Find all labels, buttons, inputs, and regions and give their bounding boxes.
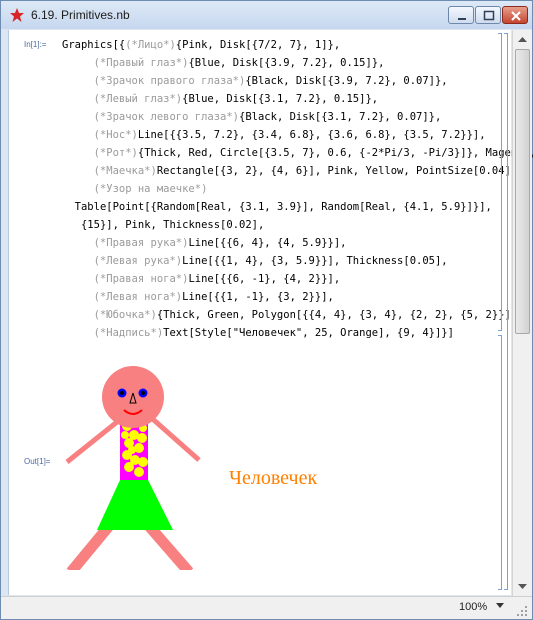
input-label: In[1]:=	[24, 40, 47, 49]
right-leg	[66, 522, 114, 570]
code-text: {Black, Disk[{3.1, 7.2}, 0.07]},	[239, 111, 442, 123]
code-comment: (*Юбочка*)	[93, 309, 157, 321]
output-cell-bracket[interactable]	[498, 335, 502, 590]
code-text: {Thick, Red, Circle[{3.5, 7}, 0.6, {-2*P…	[137, 147, 533, 159]
title-bar[interactable]: 6.19. Primitives.nb	[1, 1, 532, 29]
maximize-icon	[483, 10, 495, 21]
code-comment: (*Левый глаз*)	[93, 93, 183, 105]
scroll-down-icon[interactable]	[513, 578, 532, 595]
code-comment: (*Узор на маечке*)	[93, 183, 208, 195]
status-bar: 100%	[1, 596, 532, 619]
input-cell-bracket[interactable]	[498, 33, 502, 331]
code-comment: (*Нос*)	[93, 129, 138, 141]
skirt	[97, 480, 173, 530]
notebook-content[interactable]: In[1]:= Graphics[{(*Лицо*){Pink, Disk[{7…	[8, 30, 533, 595]
code-comment: (*Маечка*)	[93, 165, 157, 177]
code-text: Line[{{6, -1}, {4, 2}}],	[188, 273, 341, 285]
code-text: Rectangle[{3, 2}, {4, 6}], Pink, Yellow,…	[156, 165, 518, 177]
code-text: {Thick, Green, Polygon[{{4, 4}, {3, 4}, …	[156, 309, 524, 321]
left-pupil	[141, 391, 145, 395]
code-comment: (*Рот*)	[93, 147, 138, 159]
cell-group-bracket[interactable]	[504, 33, 508, 590]
code-comment: (*Левая рука*)	[93, 255, 183, 267]
left-leg	[144, 522, 194, 570]
code-line: (*Юбочка*){Thick, Green, Polygon[{{4, 4}…	[62, 306, 533, 324]
code-comment: (*Зрачок правого глаза*)	[93, 75, 246, 87]
scroll-up-icon[interactable]	[513, 31, 532, 48]
code-text: {15}], Pink, Thickness[0.02],	[74, 219, 265, 231]
output-text: Человечек	[229, 467, 317, 489]
scrollbar-thumb[interactable]	[515, 49, 530, 334]
zoom-level[interactable]: 100%	[459, 601, 487, 613]
output-label: Out[1]=	[24, 457, 51, 466]
code-line: (*Узор на маечке*)	[62, 180, 533, 198]
code-line: (*Маечка*)Rectangle[{3, 2}, {4, 6}], Pin…	[62, 162, 533, 180]
input-code[interactable]: Graphics[{(*Лицо*){Pink, Disk[{7/2, 7}, …	[62, 36, 533, 342]
code-line: Table[Point[{Random[Real, {3.1, 3.9}], R…	[62, 198, 533, 216]
code-line: (*Левый глаз*){Blue, Disk[{3.1, 7.2}, 0.…	[62, 90, 533, 108]
code-comment: (*Надпись*)	[93, 327, 164, 339]
code-comment: (*Правая рука*)	[93, 237, 189, 249]
close-button[interactable]	[502, 6, 528, 24]
code-line: (*Правая рука*)Line[{{6, 4}, {4, 5.9}}],	[62, 234, 533, 252]
notebook-window: 6.19. Primitives.nb In[1]:= Graphics[{(*…	[0, 0, 533, 620]
code-text: {Blue, Disk[{3.9, 7.2}, 0.15]},	[188, 57, 385, 69]
vertical-scrollbar[interactable]	[512, 30, 532, 596]
code-text: Line[{{3.5, 7.2}, {3.4, 6.8}, {3.6, 6.8}…	[137, 129, 486, 141]
code-text: Text[Style["Человечек", 25, Orange], {9,…	[163, 327, 454, 339]
code-line: (*Левая нога*)Line[{{1, -1}, {3, 2}}],	[62, 288, 533, 306]
code-line: (*Рот*){Thick, Red, Circle[{3.5, 7}, 0.6…	[62, 144, 533, 162]
minimize-icon	[458, 18, 466, 20]
resize-grip-icon[interactable]	[516, 605, 528, 617]
code-line: (*Нос*)Line[{{3.5, 7.2}, {3.4, 6.8}, {3.…	[62, 126, 533, 144]
left-arm	[145, 412, 201, 462]
right-pupil	[120, 391, 124, 395]
code-line: {15}], Pink, Thickness[0.02],	[62, 216, 533, 234]
code-line: Graphics[{(*Лицо*){Pink, Disk[{7/2, 7}, …	[62, 36, 533, 54]
code-line: (*Зрачок правого глаза*){Black, Disk[{3.…	[62, 72, 533, 90]
code-text: Table[Point[{Random[Real, {3.1, 3.9}], R…	[74, 201, 492, 213]
mathematica-icon	[10, 8, 24, 22]
code-text: Line[{{1, -1}, {3, 2}}],	[182, 291, 334, 303]
code-comment: (*Правый глаз*)	[93, 57, 189, 69]
code-text: {Blue, Disk[{3.1, 7.2}, 0.15]},	[182, 93, 379, 105]
face	[102, 366, 164, 428]
code-line: (*Правый глаз*){Blue, Disk[{3.9, 7.2}, 0…	[62, 54, 533, 72]
code-comment: (*Зрачок левого глаза*)	[93, 111, 240, 123]
code-line: (*Правая нога*)Line[{{6, -1}, {4, 2}}],	[62, 270, 533, 288]
close-icon	[511, 11, 521, 21]
code-comment: (*Правая нога*)	[93, 273, 189, 285]
code-text: {Black, Disk[{3.9, 7.2}, 0.07]},	[245, 75, 448, 87]
code-text: {Pink, Disk[{7/2, 7}, 1]},	[175, 39, 341, 51]
code-comment: (*Лицо*)	[125, 39, 176, 51]
code-line: (*Левая рука*)Line[{{1, 4}, {3, 5.9}}], …	[62, 252, 533, 270]
maximize-button[interactable]	[475, 6, 501, 24]
code-line: (*Зрачок левого глаза*){Black, Disk[{3.1…	[62, 108, 533, 126]
code-text: Graphics[{	[62, 39, 126, 51]
output-graphic[interactable]: Человечек	[49, 340, 349, 570]
window-title: 6.19. Primitives.nb	[31, 8, 130, 22]
minimize-button[interactable]	[448, 6, 474, 24]
code-text: Line[{{6, 4}, {4, 5.9}}],	[188, 237, 347, 249]
code-comment: (*Левая нога*)	[93, 291, 183, 303]
zoom-dropdown-icon[interactable]	[496, 603, 504, 609]
code-text: Line[{{1, 4}, {3, 5.9}}], Thickness[0.05…	[182, 255, 448, 267]
